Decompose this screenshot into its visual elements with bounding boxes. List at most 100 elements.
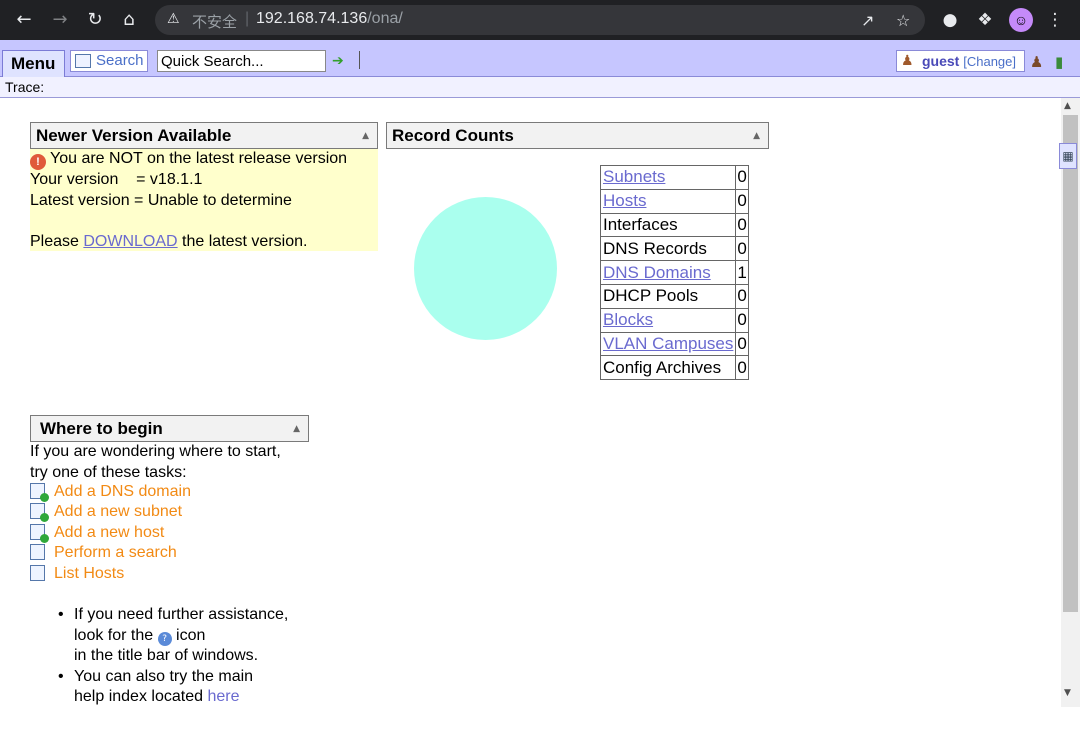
bookmark-star-icon[interactable]: ☆ (896, 11, 910, 30)
collapse-icon[interactable]: ▲ (753, 131, 760, 141)
task-label: Perform a search (54, 544, 177, 561)
forward-icon[interactable]: → (49, 9, 71, 31)
collapse-icon[interactable]: ▲ (293, 424, 300, 434)
scrollbar-thumb[interactable] (1063, 115, 1078, 612)
record-type-label[interactable]: Blocks (603, 310, 653, 329)
record-counts-title: Record Counts (392, 126, 514, 145)
help-tips: If you need further assistance, look for… (58, 605, 288, 708)
record-type-cell: DHCP Pools (599, 283, 737, 309)
record-type-label[interactable]: DNS Domains (603, 263, 711, 282)
task-link[interactable]: Add a new host (30, 524, 165, 543)
record-type-label: DNS Records (603, 238, 707, 258)
task-label: Add a DNS domain (54, 483, 191, 500)
go-arrow-icon[interactable]: ➔ (332, 53, 344, 69)
record-type-label[interactable]: Hosts (603, 191, 646, 210)
task-link[interactable]: Add a DNS domain (30, 483, 191, 502)
warning-text: You are NOT on the latest release versio… (50, 150, 348, 167)
collapse-icon[interactable]: ▲ (362, 131, 369, 141)
menu-button[interactable]: Menu (2, 50, 65, 77)
scroll-up-icon[interactable]: ▲ (1064, 101, 1071, 111)
plus-badge-icon (40, 493, 49, 502)
share-icon[interactable]: ↗ (861, 11, 874, 30)
search-label: Search (96, 52, 144, 69)
add-page-icon (30, 524, 49, 543)
where-to-begin-title-bar: Where to begin ▲ (30, 415, 309, 442)
tip-1-line-2: look for the ? icon (74, 626, 288, 647)
alert-icon: ! (30, 154, 46, 170)
latest-version: Latest version = Unable to determine (30, 191, 292, 209)
help-tip-1: If you need further assistance, look for… (58, 605, 288, 667)
url-path: /ona/ (367, 10, 403, 27)
tip-2-line-2: help index located here (74, 687, 288, 708)
where-to-begin-title: Where to begin (40, 419, 163, 438)
task-label: Add a new subnet (54, 503, 183, 520)
record-count-value: 0 (735, 188, 749, 214)
plus-badge-icon (40, 534, 49, 543)
record-count-row: DNS Records 0 (599, 236, 749, 262)
record-count-value: 0 (735, 165, 749, 190)
task-label: Add a new host (54, 524, 165, 541)
tip-2-text-a: help index located (74, 688, 208, 705)
scroll-down-icon[interactable]: ▼ (1064, 688, 1071, 698)
user-name: guest (922, 53, 960, 69)
intro-line-1: If you are wondering where to start, (30, 443, 281, 460)
home-icon[interactable]: ⌂ (118, 9, 140, 31)
record-count-value: 0 (735, 236, 749, 262)
tip-2-line-1: You can also try the main (74, 667, 254, 685)
user-info[interactable]: ♟ guest [Change] (896, 50, 1025, 72)
help-index-link[interactable]: here (207, 688, 239, 705)
calculator-icon[interactable]: ▦ (1059, 143, 1077, 169)
back-icon[interactable]: ← (13, 9, 35, 31)
tip-1-line-1: If you need further assistance, (74, 606, 289, 623)
record-counts-pie (414, 197, 557, 340)
record-counts-table: Subnets 0 Hosts 0 Interfaces 0 DNS Records 0 DNS… (599, 165, 749, 381)
record-type-cell: Config Archives (599, 355, 737, 381)
puzzle-icon[interactable]: ❖ (973, 8, 997, 32)
record-type-label[interactable]: VLAN Campuses (603, 334, 733, 353)
please-text: Please (30, 232, 84, 250)
record-type-cell: VLAN Campuses (599, 331, 737, 357)
add-page-icon (30, 503, 49, 522)
browser-toolbar: ← → ↻ ⌂ ⚠ 不安全 | 192.168.74.136/ona/ ↗ ☆ … (0, 0, 1080, 40)
record-type-label: Interfaces (603, 214, 678, 234)
record-type-label[interactable]: Subnets (603, 167, 665, 186)
after-link-text: the latest version. (177, 232, 308, 250)
newer-version-title: Newer Version Available (36, 126, 232, 145)
tip-1-text-b: icon (171, 626, 206, 644)
begin-intro: If you are wondering where to start, try… (30, 442, 281, 483)
task-label: List Hosts (54, 565, 125, 582)
more-menu-icon[interactable]: ⋮ (1043, 8, 1067, 32)
separator: | (245, 10, 250, 27)
address-bar[interactable]: ⚠ 不安全 | 192.168.74.136/ona/ ↗ ☆ (155, 5, 925, 35)
user-icon: ♟ (901, 53, 914, 69)
newer-version-body: ! You are NOT on the latest release versi… (30, 149, 378, 251)
help-tip-2: You can also try the main help index loc… (58, 667, 288, 708)
record-count-value: 1 (735, 260, 749, 285)
task-link[interactable]: Perform a search (30, 544, 177, 562)
record-type-label: DHCP Pools (603, 286, 699, 306)
record-type-cell: DNS Domains (599, 260, 737, 285)
record-count-row: DNS Domains 1 (599, 260, 749, 285)
search-form-icon (75, 54, 91, 68)
task-link[interactable]: Add a new subnet (30, 503, 183, 522)
record-count-value: 0 (735, 355, 749, 381)
version-warning: ! You are NOT on the latest release versi… (30, 149, 378, 170)
download-line: Please DOWNLOAD the latest version. (30, 232, 378, 253)
reload-icon[interactable]: ↻ (84, 9, 106, 31)
url-text: 192.168.74.136/ona/ (256, 10, 403, 28)
table-icon (30, 565, 45, 581)
quick-search-input[interactable]: Quick Search... (157, 50, 326, 72)
record-count-row: VLAN Campuses 0 (599, 331, 749, 357)
admin-user-icon[interactable]: ♟ (1030, 53, 1043, 71)
profile-avatar-icon[interactable]: ☺ (1009, 8, 1033, 32)
task-link[interactable]: List Hosts (30, 565, 124, 583)
help-icon: ? (157, 631, 172, 646)
app-toolbar: Menu Search Quick Search... ➔ ♟ guest [C… (0, 40, 1080, 77)
download-link[interactable]: DOWNLOAD (83, 233, 177, 250)
add-page-icon (30, 483, 49, 502)
plus-badge-icon (40, 513, 49, 522)
change-user-link[interactable]: [Change] (963, 54, 1016, 69)
extension-icon[interactable]: ● (938, 8, 962, 32)
logout-icon[interactable]: ▮ (1055, 53, 1063, 71)
search-button[interactable]: Search (70, 50, 148, 72)
